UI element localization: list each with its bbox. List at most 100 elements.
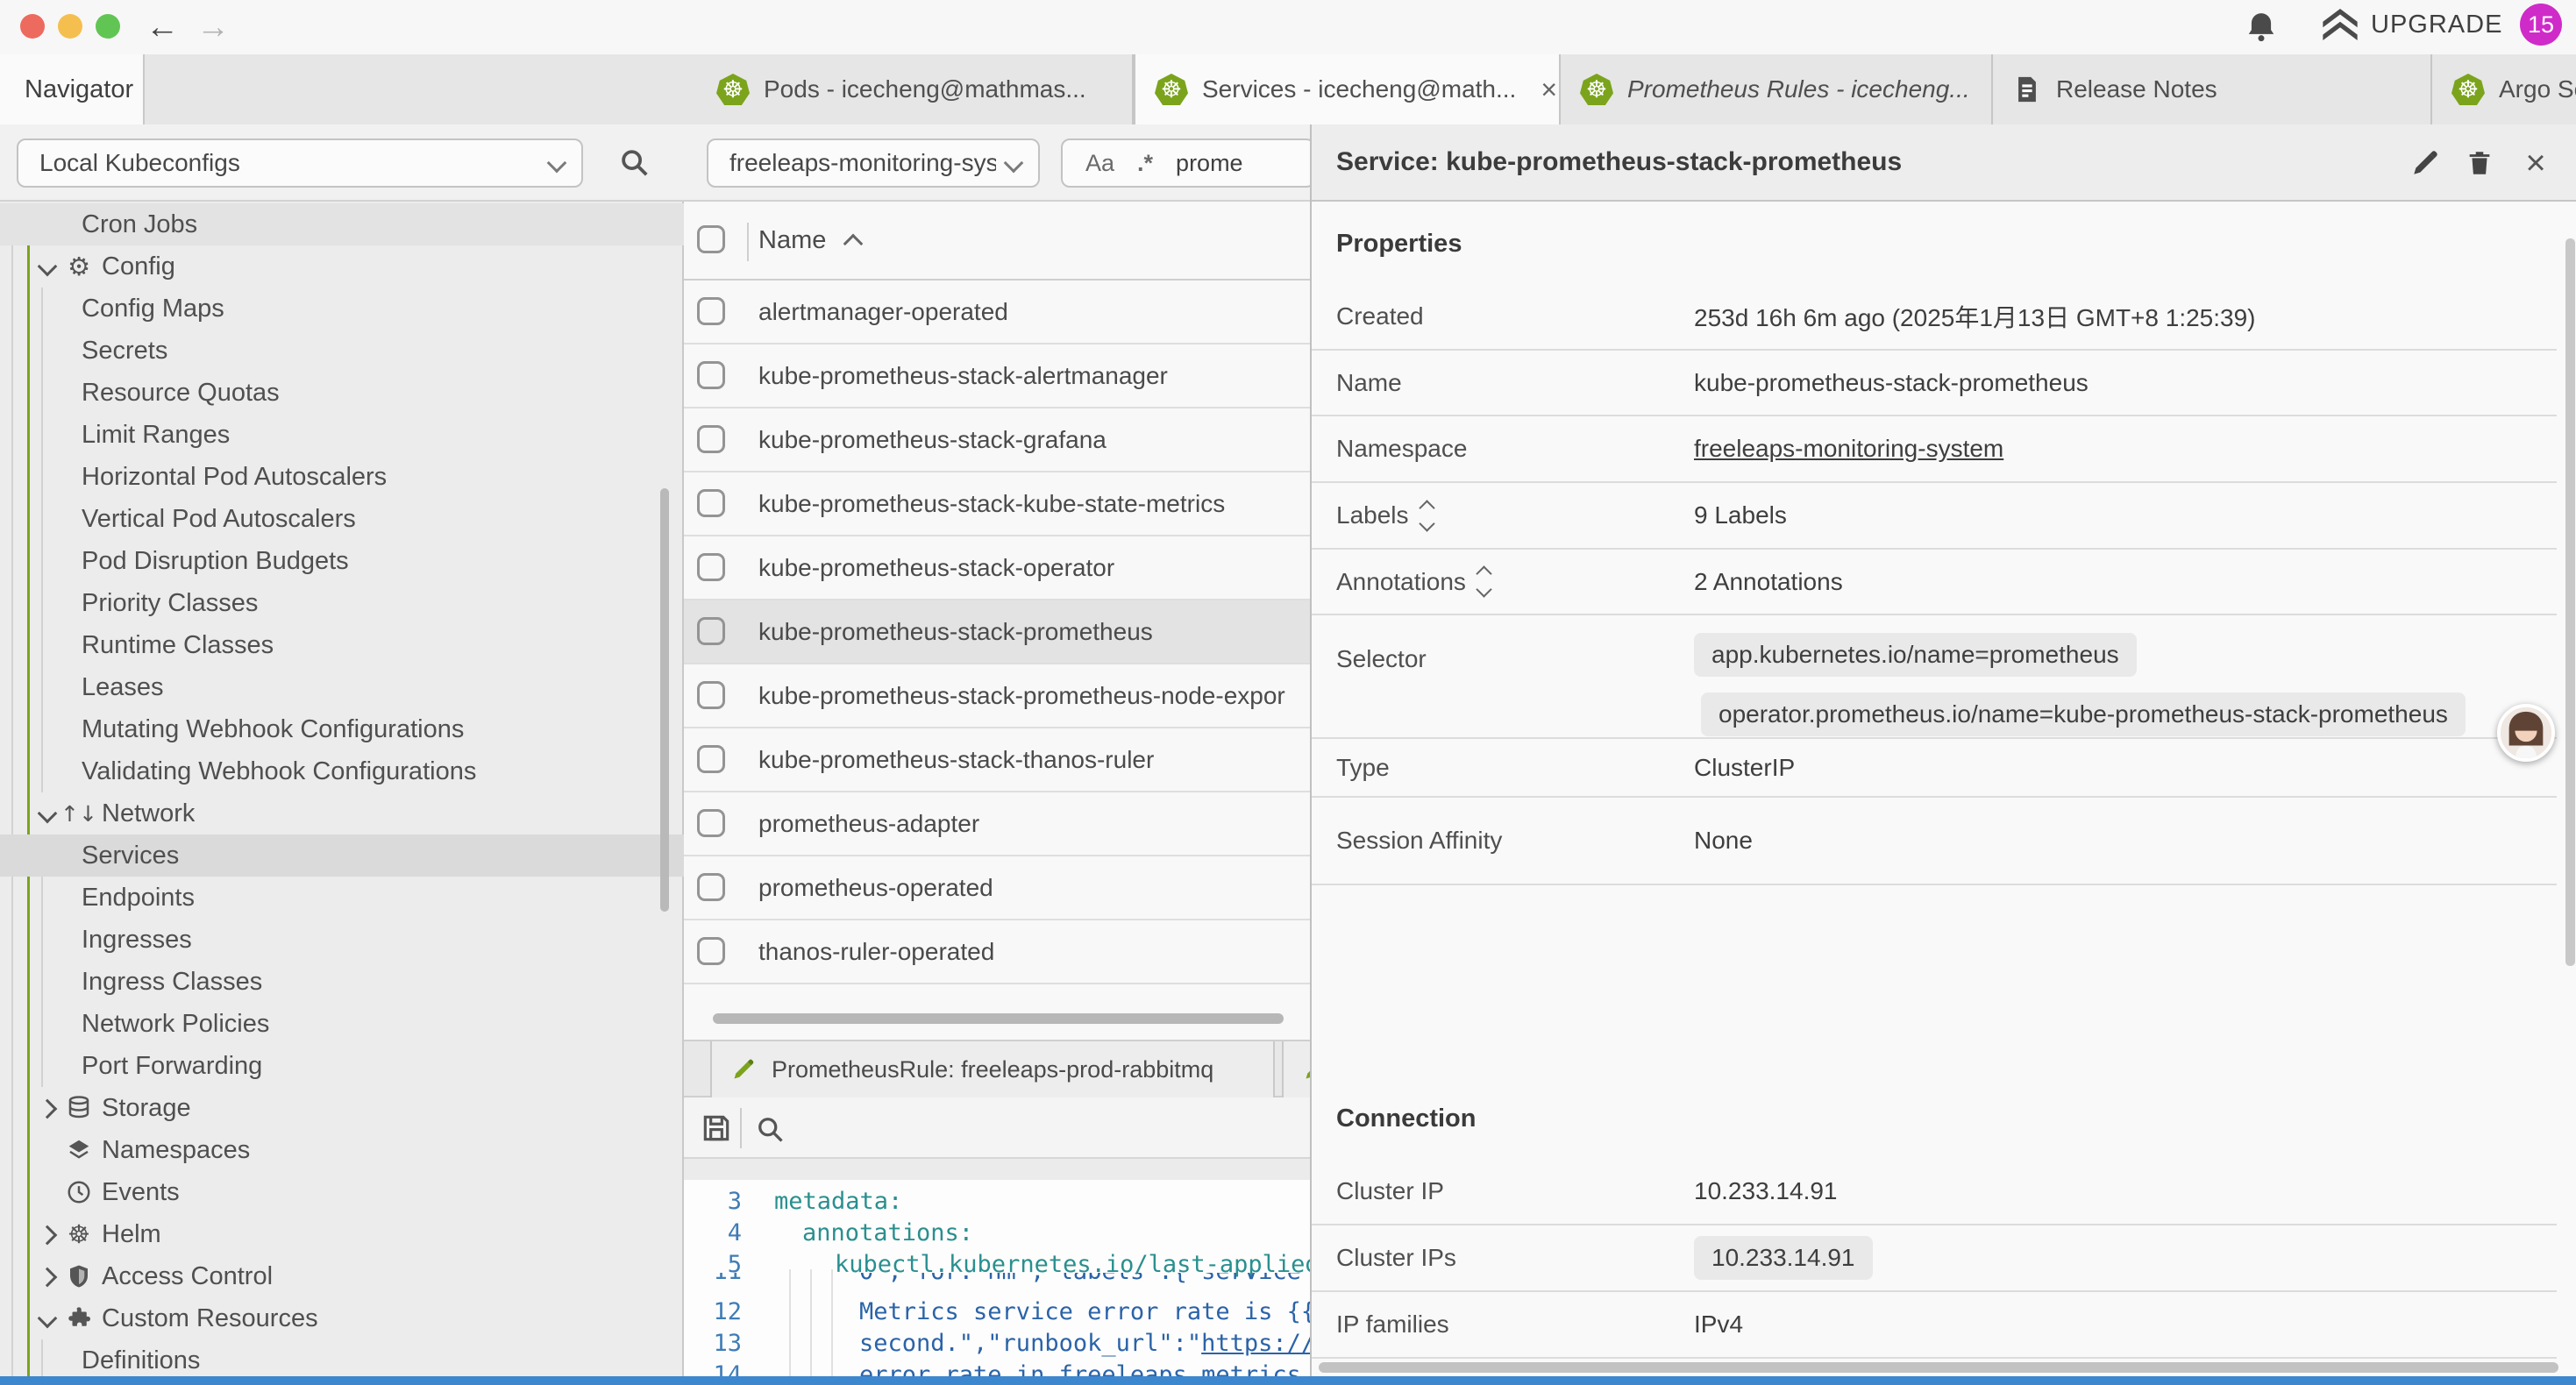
expand-collapse-icon[interactable] (1421, 502, 1433, 529)
tab-label: Release Notes (2056, 75, 2217, 103)
notifications-bell-icon[interactable] (2245, 11, 2278, 48)
sidebar-item-vertical-pod-autoscalers[interactable]: Vertical Pod Autoscalers (0, 498, 684, 540)
sidebar-item-access-control[interactable]: Access Control (0, 1255, 684, 1297)
sidebar-item-ingresses[interactable]: Ingresses (0, 919, 684, 961)
detail-row-selector: Selector app.kubernetes.io/name=promethe… (1312, 615, 2557, 739)
tab-pods[interactable]: ☸ Pods - icecheng@mathmas... (697, 54, 1134, 124)
detail-row-annotations: Annotations 2 Annotations (1312, 550, 2557, 615)
tab-argo[interactable]: ☸ Argo Se (2432, 54, 2576, 124)
sidebar-item-ingress-classes[interactable]: Ingress Classes (0, 961, 684, 1003)
yaml-editor[interactable]: 3metadata: 4annotations: 5kubectl.kubern… (684, 1159, 1310, 1376)
sidebar-item-endpoints[interactable]: Endpoints (0, 877, 684, 919)
match-case-toggle[interactable]: Aa (1085, 150, 1114, 177)
row-checkbox[interactable] (697, 361, 725, 389)
tab-services[interactable]: ☸ Services - icecheng@math... × (1134, 54, 1561, 124)
row-checkbox[interactable] (697, 873, 725, 901)
sidebar-item-priority-classes[interactable]: Priority Classes (0, 582, 684, 624)
row-checkbox[interactable] (697, 745, 725, 773)
sidebar-item-pod-disruption-budgets[interactable]: Pod Disruption Budgets (0, 540, 684, 582)
edit-pencil-icon[interactable] (2408, 146, 2443, 181)
table-row[interactable]: kube-prometheus-stack-grafana (684, 408, 1310, 472)
table-row[interactable]: kube-prometheus-stack-alertmanager (684, 344, 1310, 408)
details-scrollbar-thumb[interactable] (2565, 238, 2575, 966)
upgrade-button[interactable]: UPGRADE (2322, 9, 2502, 40)
avatar[interactable] (2497, 704, 2555, 762)
row-checkbox[interactable] (697, 937, 725, 965)
details-title: Service: kube-prometheus-stack-prometheu… (1336, 147, 1902, 177)
sidebar-item-custom-resources[interactable]: Custom Resources (0, 1297, 684, 1339)
navigator-panel-tab[interactable]: Navigator (0, 54, 145, 124)
namespace-link[interactable]: freeleaps-monitoring-system (1694, 435, 2003, 463)
column-header-name[interactable]: Name (758, 226, 826, 255)
traffic-light-minimize[interactable] (58, 14, 82, 39)
navigator-sidebar: Local Kubeconfigs Cron Jobs ⚙ Config Con… (0, 124, 684, 1376)
pencil-icon (1303, 1057, 1310, 1082)
table-row[interactable]: prometheus-operated (684, 856, 1310, 920)
table-row[interactable]: kube-prometheus-stack-prometheus-node-ex… (684, 664, 1310, 728)
save-icon[interactable] (700, 1112, 733, 1149)
sidebar-item-config-maps[interactable]: Config Maps (0, 288, 684, 330)
forward-arrow-icon[interactable]: → (196, 7, 230, 47)
sidebar-item-config[interactable]: ⚙ Config (0, 245, 684, 288)
sidebar-item-helm[interactable]: ☸ Helm (0, 1213, 684, 1255)
sidebar-item-network[interactable]: ↑↓ Network (0, 792, 684, 835)
sidebar-item-runtime-classes[interactable]: Runtime Classes (0, 624, 684, 666)
sidebar-item-storage[interactable]: Storage (0, 1087, 684, 1129)
kubeconfig-selector[interactable]: Local Kubeconfigs (17, 138, 583, 188)
editor-search-icon[interactable] (754, 1113, 786, 1149)
sidebar-item-events[interactable]: Events (0, 1171, 684, 1213)
runbook-url-link[interactable]: https://net (1201, 1330, 1310, 1357)
editor-tab-next[interactable] (1282, 1041, 1310, 1097)
sidebar-item-validating-webhook-configurations[interactable]: Validating Webhook Configurations (0, 750, 684, 792)
select-all-checkbox[interactable] (697, 225, 725, 253)
selector-badge: app.kubernetes.io/name=prometheus (1694, 633, 2137, 677)
clock-icon (65, 1178, 93, 1206)
row-checkbox[interactable] (697, 489, 725, 517)
namespace-filter-dropdown[interactable]: freeleaps-monitoring-system (707, 138, 1040, 188)
sidebar-item-port-forwarding[interactable]: Port Forwarding (0, 1045, 684, 1087)
editor-tab-prometheusrule[interactable]: PrometheusRule: freeleaps-prod-rabbitmq (710, 1041, 1275, 1097)
row-checkbox[interactable] (697, 617, 725, 645)
close-tab-icon[interactable]: × (1541, 74, 1557, 106)
table-row[interactable]: kube-prometheus-stack-operator (684, 536, 1310, 600)
notification-count-badge[interactable]: 15 (2520, 4, 2562, 46)
database-icon (65, 1094, 93, 1122)
close-panel-icon[interactable]: × (2518, 146, 2553, 181)
table-row[interactable]: prometheus-adapter (684, 792, 1310, 856)
sidebar-search-icon[interactable] (617, 146, 651, 183)
sidebar-item-mutating-webhook-configurations[interactable]: Mutating Webhook Configurations (0, 708, 684, 750)
sidebar-item-horizontal-pod-autoscalers[interactable]: Horizontal Pod Autoscalers (0, 456, 684, 498)
regex-toggle[interactable]: .* (1137, 150, 1153, 177)
sidebar-item-secrets[interactable]: Secrets (0, 330, 684, 372)
horizontal-scrollbar-thumb[interactable] (713, 1013, 1284, 1024)
expand-collapse-icon[interactable] (1478, 568, 1490, 595)
back-arrow-icon[interactable]: ← (146, 7, 179, 47)
sidebar-item-resource-quotas[interactable]: Resource Quotas (0, 372, 684, 414)
table-row[interactable]: alertmanager-operated (684, 281, 1310, 344)
traffic-light-close[interactable] (20, 14, 45, 39)
sidebar-item-leases[interactable]: Leases (0, 666, 684, 708)
row-checkbox[interactable] (697, 809, 725, 837)
table-row[interactable]: kube-prometheus-stack-thanos-ruler (684, 728, 1310, 792)
delete-trash-icon[interactable] (2462, 146, 2497, 181)
sidebar-item-services[interactable]: Services (0, 835, 684, 877)
sidebar-item-namespaces[interactable]: Namespaces (0, 1129, 684, 1171)
tab-release-notes[interactable]: Release Notes (1993, 54, 2432, 124)
sidebar-item-network-policies[interactable]: Network Policies (0, 1003, 684, 1045)
sidebar-item-limit-ranges[interactable]: Limit Ranges (0, 414, 684, 456)
table-row-selected[interactable]: kube-prometheus-stack-prometheus (684, 600, 1310, 664)
row-checkbox[interactable] (697, 681, 725, 709)
row-checkbox[interactable] (697, 425, 725, 453)
row-checkbox[interactable] (697, 553, 725, 581)
sidebar-item-cron-jobs[interactable]: Cron Jobs (0, 203, 684, 245)
traffic-light-zoom[interactable] (96, 14, 120, 39)
sidebar-item-definitions[interactable]: Definitions (0, 1339, 684, 1376)
tab-prometheus-rules[interactable]: ☸ Prometheus Rules - icecheng... (1561, 54, 1993, 124)
list-search-input[interactable]: Aa .* prome (1061, 138, 1310, 188)
sidebar-scrollbar-thumb[interactable] (660, 488, 669, 912)
details-horizontal-scrollbar-thumb[interactable] (1319, 1362, 2558, 1373)
table-row[interactable]: kube-prometheus-stack-kube-state-metrics (684, 472, 1310, 536)
sidebar-controls: Local Kubeconfigs (0, 124, 684, 202)
row-checkbox[interactable] (697, 297, 725, 325)
table-row[interactable]: thanos-ruler-operated (684, 920, 1310, 984)
